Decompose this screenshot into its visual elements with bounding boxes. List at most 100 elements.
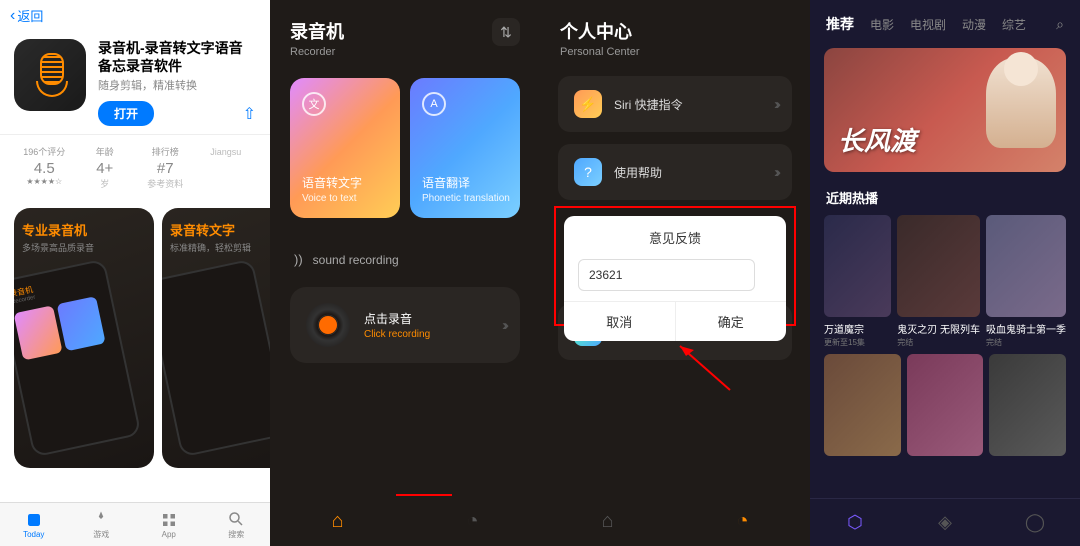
feedback-dialog: 意见反馈 取消 确定 xyxy=(564,216,786,341)
section-title: 近期热播 xyxy=(810,176,1080,215)
menu-help[interactable]: ? 使用帮助 ››› xyxy=(558,144,792,200)
tab-today[interactable]: Today xyxy=(0,503,68,546)
sort-icon: ⇅ xyxy=(500,24,512,41)
tab-movies[interactable]: 电影 xyxy=(870,16,894,33)
personal-center-panel: 个人中心 Personal Center ⚡ Siri 快捷指令 ››› ? 使… xyxy=(540,0,810,546)
tab-home[interactable]: ⌂ xyxy=(540,496,675,546)
preview-1: 专业录音机 多场景高品质录音 录音机 Recorder xyxy=(14,208,154,468)
help-icon: ? xyxy=(574,158,602,186)
search-button[interactable]: ⌕ xyxy=(1056,16,1064,33)
phone-mockup: 录音机 Recorder xyxy=(14,259,142,458)
poster-item[interactable] xyxy=(824,354,901,456)
tab-games[interactable]: 游戏 xyxy=(68,503,136,546)
share-icon[interactable]: ⇧ xyxy=(243,104,256,124)
poster-image xyxy=(824,354,901,456)
poster-item[interactable]: 万道魔宗 更新至15集 xyxy=(824,215,891,348)
appstore-tabbar: Today 游戏 App 搜索 xyxy=(0,502,270,546)
page-subtitle: Recorder xyxy=(290,46,344,58)
stat-rank: 排行榜 #7 参考资料 xyxy=(135,145,196,190)
bottom-nav: ⬡ ◈ ◯ xyxy=(810,498,1080,546)
stat-developer: Jiangsu xyxy=(196,145,257,190)
video here roster-panel: 推荐 电影 电视剧 动漫 综艺 ⌕ 长风渡 近期热播 万道魔宗 更新至15集 鬼… xyxy=(810,0,1080,546)
nav-profile[interactable]: ◯ xyxy=(990,499,1080,546)
chevron-left-icon: ‹ xyxy=(10,7,15,25)
cancel-button[interactable]: 取消 xyxy=(564,302,676,341)
home-icon: ⌂ xyxy=(331,510,343,533)
tab-apps[interactable]: App xyxy=(135,503,203,546)
banner-title: 长风渡 xyxy=(838,121,916,158)
bottom-tabbar: ⌂ ◔ xyxy=(540,496,810,546)
apps-icon xyxy=(160,511,178,529)
tab-recommend[interactable]: 推荐 xyxy=(826,14,854,34)
feedback-input[interactable] xyxy=(578,259,755,291)
tab-profile[interactable]: ◔ xyxy=(405,496,540,546)
screenshot-previews[interactable]: 专业录音机 多场景高品质录音 录音机 Recorder 录音转文字 标准精确，轻… xyxy=(0,208,270,468)
back-nav[interactable]: ‹ 返回 xyxy=(0,0,270,31)
tab-variety[interactable]: 综艺 xyxy=(1002,16,1026,33)
menu-siri[interactable]: ⚡ Siri 快捷指令 ››› xyxy=(558,76,792,132)
poster-image xyxy=(897,215,980,317)
appstore-panel: ‹ 返回 录音机-录音转文字语音备忘录音软件 随身剪辑，精准转换 打开 ⇧ 19… xyxy=(0,0,270,546)
personal-header: 个人中心 Personal Center xyxy=(540,0,810,64)
tab-search[interactable]: 搜索 xyxy=(203,503,271,546)
home-icon: ⌂ xyxy=(601,510,613,533)
poster-item[interactable] xyxy=(907,354,984,456)
back-label: 返回 xyxy=(17,6,43,25)
poster-item[interactable] xyxy=(989,354,1066,456)
featured-banner[interactable]: 长风渡 xyxy=(824,48,1066,172)
app-stats: 196个评分 4.5 ★★★★☆ 年龄 4+ 岁 排行榜 #7 参考资料 Jia… xyxy=(0,134,270,200)
record-disc-icon xyxy=(306,303,350,347)
tab-anime[interactable]: 动漫 xyxy=(962,16,986,33)
nav-home[interactable]: ⬡ xyxy=(810,499,900,546)
record-button-card[interactable]: 点击录音 Click recording ››› xyxy=(290,287,520,363)
poster-item[interactable]: 吸血鬼骑士第一季 完结 xyxy=(986,215,1066,348)
bottom-tabbar: ⌂ ◔ xyxy=(270,496,540,546)
microphone-icon xyxy=(32,53,68,97)
poster-item[interactable]: 鬼灭之刃 无限列车 完结 xyxy=(897,215,980,348)
discover-icon: ◈ xyxy=(938,512,952,533)
feature-cards: 文 语音转文字 Voice to text A 语音翻译 Phonetic tr… xyxy=(270,64,540,232)
dialog-title: 意见反馈 xyxy=(564,216,786,259)
rocket-icon xyxy=(92,510,110,528)
profile-icon: ◔ xyxy=(736,510,748,533)
text-icon: 文 xyxy=(302,92,326,116)
app-subtitle: 随身剪辑，精准转换 xyxy=(98,77,256,93)
card-translation[interactable]: A 语音翻译 Phonetic translation xyxy=(410,78,520,218)
wave-icon: )) xyxy=(294,252,303,267)
app-meta: 录音机-录音转文字语音备忘录音软件 随身剪辑，精准转换 打开 ⇧ xyxy=(98,39,256,126)
today-icon xyxy=(25,511,43,529)
stat-ratings: 196个评分 4.5 ★★★★☆ xyxy=(14,145,75,190)
page-title: 个人中心 xyxy=(560,18,790,44)
profile-icon: ◯ xyxy=(1025,512,1045,533)
poster-row-1: 万道魔宗 更新至15集 鬼灭之刃 无限列车 完结 吸血鬼骑士第一季 完结 xyxy=(810,215,1080,348)
siri-icon: ⚡ xyxy=(574,90,602,118)
profile-icon: ◔ xyxy=(466,510,478,533)
nav-discover[interactable]: ◈ xyxy=(900,499,990,546)
tab-home[interactable]: ⌂ xyxy=(270,496,405,546)
app-header: 录音机-录音转文字语音备忘录音软件 随身剪辑，精准转换 打开 ⇧ xyxy=(0,31,270,134)
app-icon xyxy=(14,39,86,111)
card-voice-to-text[interactable]: 文 语音转文字 Voice to text xyxy=(290,78,400,218)
section-header: )) sound recording xyxy=(270,232,540,277)
poster-image xyxy=(824,215,891,317)
tab-profile[interactable]: ◔ xyxy=(675,496,810,546)
poster-row-2 xyxy=(810,354,1080,456)
poster-image xyxy=(989,354,1066,456)
ok-button[interactable]: 确定 xyxy=(676,302,787,341)
poster-image xyxy=(907,354,984,456)
banner-character xyxy=(986,58,1056,148)
app-title: 录音机-录音转文字语音备忘录音软件 xyxy=(98,39,256,75)
page-title: 录音机 xyxy=(290,18,344,44)
phone-mockup xyxy=(162,259,270,458)
translate-icon: A xyxy=(422,92,446,116)
recorder-panel: 录音机 Recorder ⇅ 文 语音转文字 Voice to text A 语… xyxy=(270,0,540,546)
tab-tv[interactable]: 电视剧 xyxy=(910,16,946,33)
home-icon: ⬡ xyxy=(847,512,863,533)
page-subtitle: Personal Center xyxy=(560,46,790,58)
category-tabs: 推荐 电影 电视剧 动漫 综艺 ⌕ xyxy=(810,0,1080,44)
sort-button[interactable]: ⇅ xyxy=(492,18,520,46)
recorder-header: 录音机 Recorder ⇅ xyxy=(270,0,540,64)
preview-2: 录音转文字 标准精确，轻松剪辑 xyxy=(162,208,270,468)
search-icon xyxy=(227,510,245,528)
open-button[interactable]: 打开 xyxy=(98,101,154,126)
